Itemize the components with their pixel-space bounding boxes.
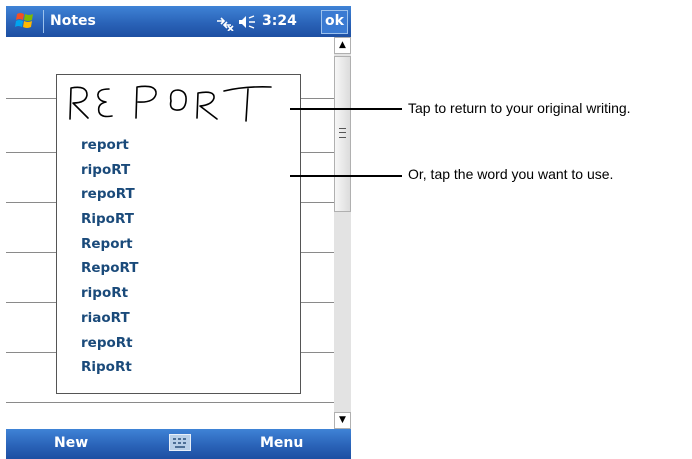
candidate-word[interactable]: RepoRT (81, 256, 139, 281)
title-bar: Notes 3:24 ok (6, 6, 351, 37)
callout-text-choose: Or, tap the word you want to use. (408, 166, 614, 182)
keyboard-icon[interactable] (169, 434, 191, 451)
candidate-word[interactable]: RipoRT (81, 207, 139, 232)
candidate-word[interactable]: repoRt (81, 331, 139, 356)
candidate-word[interactable]: report (81, 133, 139, 158)
clock[interactable]: 3:24 (262, 13, 297, 29)
scroll-thumb[interactable] (334, 56, 351, 212)
scroll-up-button[interactable]: ▲ (334, 37, 351, 54)
pocketpc-screen: Notes 3:24 ok ▲ ▼ report ripoRT repoRT R… (6, 6, 351, 459)
note-line (6, 402, 334, 403)
vertical-scrollbar[interactable]: ▲ ▼ (334, 37, 351, 429)
app-title: Notes (50, 13, 96, 29)
handwriting-ink[interactable] (57, 75, 300, 130)
volume-icon[interactable] (238, 15, 258, 29)
grip-icon (339, 128, 346, 138)
connectivity-icon[interactable] (214, 15, 234, 31)
candidate-word[interactable]: ripoRT (81, 158, 139, 183)
candidate-word[interactable]: repoRT (81, 182, 139, 207)
callout-text-original: Tap to return to your original writing. (408, 100, 631, 116)
title-separator (43, 10, 44, 33)
candidate-word[interactable]: ripoRt (81, 281, 139, 306)
windows-flag-icon[interactable] (14, 11, 36, 31)
new-softkey[interactable]: New (54, 435, 88, 451)
candidate-word[interactable]: riaoRT (81, 306, 139, 331)
callout-line (290, 108, 402, 110)
candidate-word[interactable]: RipoRt (81, 355, 139, 380)
candidate-word[interactable]: Report (81, 232, 139, 257)
menu-bar: New Menu (6, 429, 351, 459)
ok-button[interactable]: ok (321, 10, 348, 34)
callout-line (290, 175, 402, 177)
alternates-popup: report ripoRT repoRT RipoRT Report RepoR… (56, 74, 301, 394)
scroll-down-button[interactable]: ▼ (334, 412, 351, 429)
menu-softkey[interactable]: Menu (260, 435, 303, 451)
candidate-list: report ripoRT repoRT RipoRT Report RepoR… (81, 133, 139, 380)
